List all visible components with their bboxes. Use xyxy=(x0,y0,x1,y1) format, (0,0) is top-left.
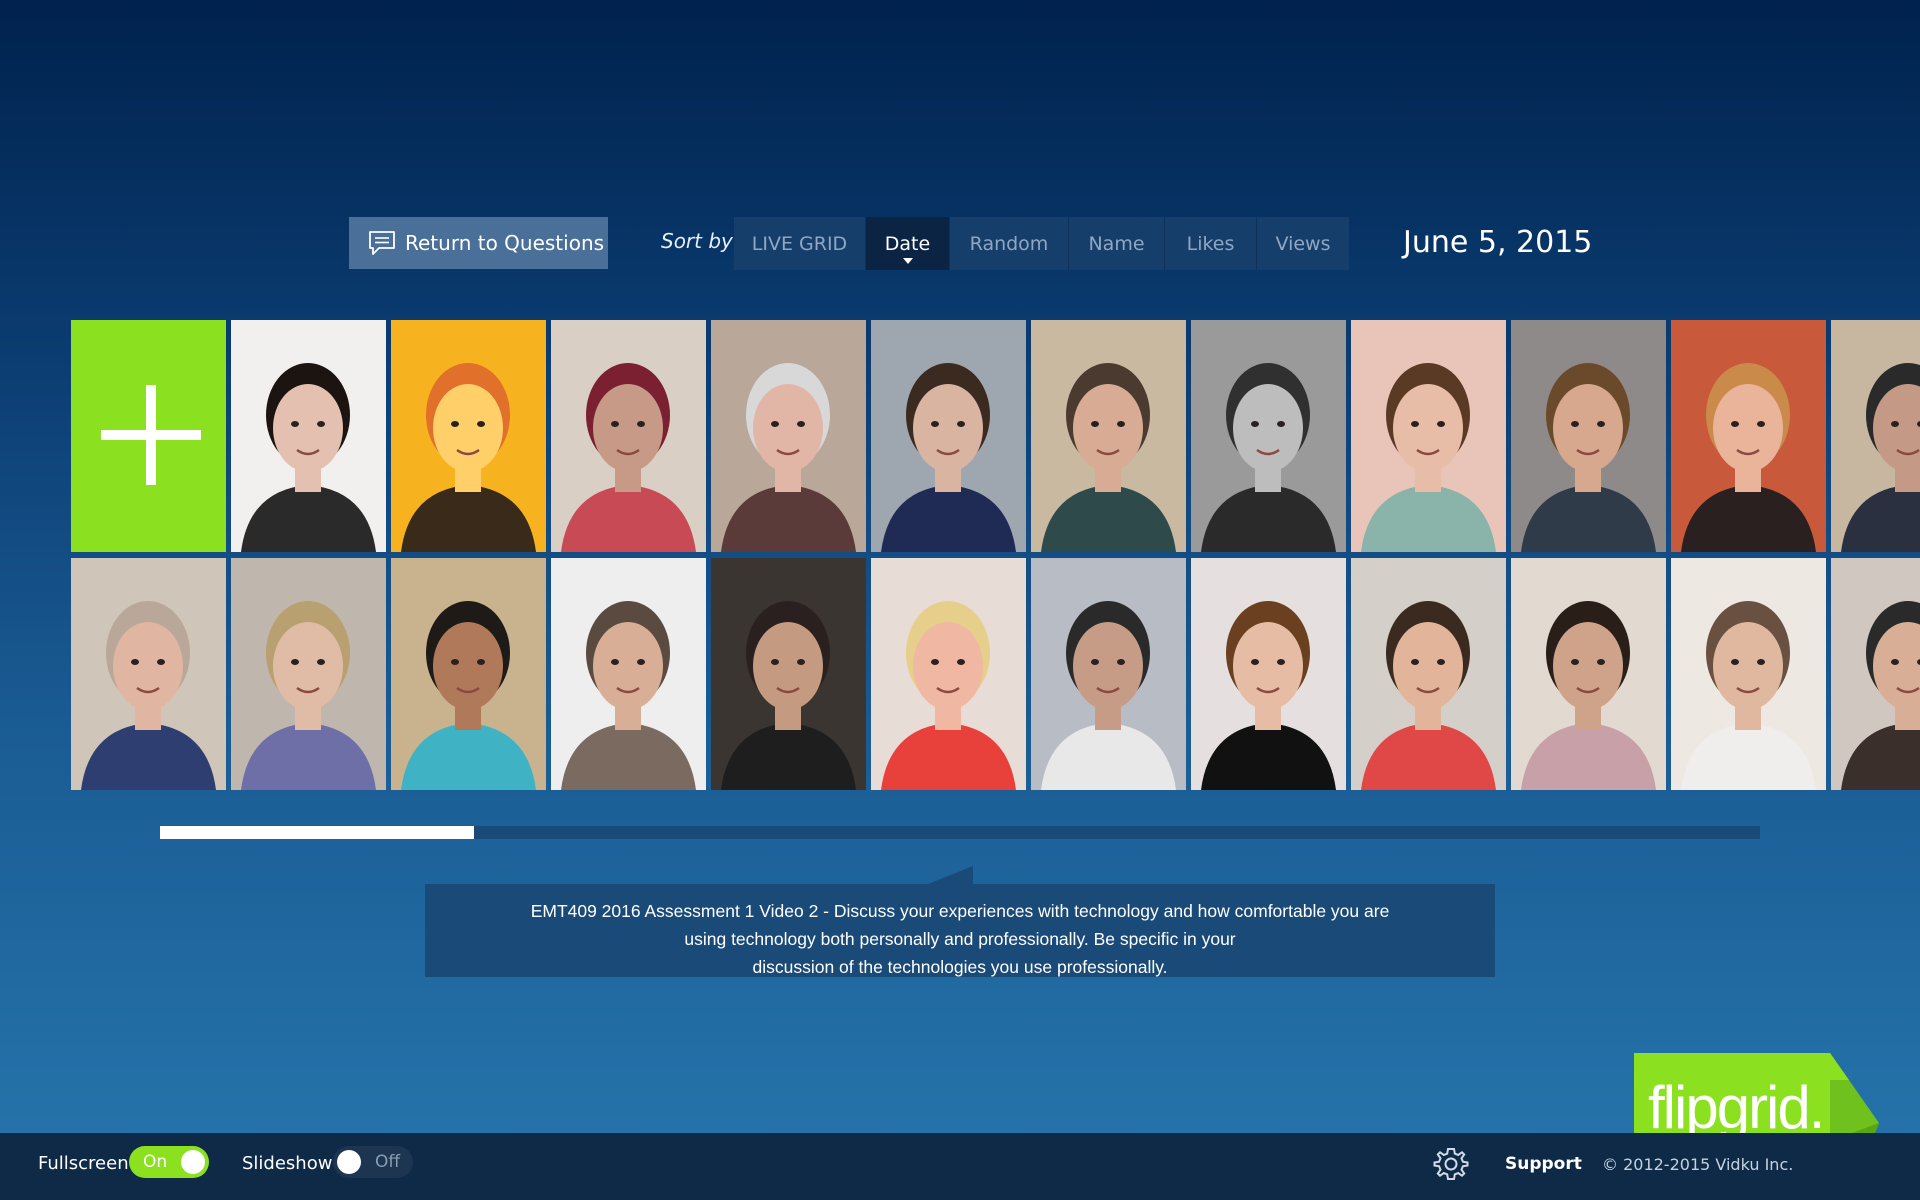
video-thumbnail xyxy=(711,558,866,790)
logo-text: flipgrid. xyxy=(1648,1074,1823,1141)
video-tile[interactable] xyxy=(1191,320,1346,552)
sort-tabs: LIVE GRID Date Random Name Likes Views xyxy=(734,217,1349,270)
add-response-button[interactable] xyxy=(71,320,226,552)
video-tile[interactable] xyxy=(711,558,866,790)
toggle-knob xyxy=(181,1150,205,1174)
video-thumbnail xyxy=(1031,320,1186,552)
video-thumbnail xyxy=(711,320,866,552)
video-tile[interactable] xyxy=(1351,320,1506,552)
video-thumbnail xyxy=(871,320,1026,552)
video-tile[interactable] xyxy=(1831,320,1920,552)
sort-tab-live-grid[interactable]: LIVE GRID xyxy=(734,217,866,270)
video-thumbnail xyxy=(1191,558,1346,790)
current-date-label: June 5, 2015 xyxy=(1403,225,1593,260)
support-link[interactable]: Support xyxy=(1505,1154,1582,1174)
video-tile[interactable] xyxy=(711,320,866,552)
return-to-questions-button[interactable]: Return to Questions xyxy=(349,217,608,269)
speech-bubble-icon xyxy=(369,231,395,255)
question-text-line-1: EMT409 2016 Assessment 1 Video 2 - Discu… xyxy=(530,901,1390,921)
sort-tab-views[interactable]: Views xyxy=(1257,217,1349,270)
video-thumbnail xyxy=(71,558,226,790)
gear-icon[interactable] xyxy=(1433,1146,1469,1182)
fullscreen-label: Fullscreen xyxy=(38,1153,129,1174)
video-tile[interactable] xyxy=(871,558,1026,790)
question-text-line-3: discussion of the technologies you use p… xyxy=(752,957,1168,977)
sort-by-label: Sort by xyxy=(661,229,733,253)
question-pointer xyxy=(928,866,973,884)
video-thumbnail xyxy=(1511,320,1666,552)
video-thumbnail xyxy=(871,558,1026,790)
question-panel: EMT409 2016 Assessment 1 Video 2 - Discu… xyxy=(425,884,1495,977)
video-tile[interactable] xyxy=(1351,558,1506,790)
video-tile[interactable] xyxy=(1511,558,1666,790)
video-tile[interactable] xyxy=(71,558,226,790)
video-tile[interactable] xyxy=(551,558,706,790)
video-tile[interactable] xyxy=(1671,320,1826,552)
return-to-questions-label: Return to Questions xyxy=(405,231,605,255)
video-tile[interactable] xyxy=(1031,558,1186,790)
video-tile[interactable] xyxy=(1671,558,1826,790)
video-thumbnail xyxy=(1511,558,1666,790)
video-tile[interactable] xyxy=(391,558,546,790)
sort-tab-date[interactable]: Date xyxy=(866,217,950,270)
video-tile[interactable] xyxy=(231,320,386,552)
video-thumbnail xyxy=(1351,320,1506,552)
video-thumbnail xyxy=(1671,558,1826,790)
video-thumbnail xyxy=(1351,558,1506,790)
video-thumbnail xyxy=(1191,320,1346,552)
slideshow-toggle[interactable]: Off xyxy=(333,1146,413,1178)
sort-tab-name[interactable]: Name xyxy=(1069,217,1165,270)
video-thumbnail xyxy=(1671,320,1826,552)
video-thumbnail xyxy=(1031,558,1186,790)
video-thumbnail xyxy=(551,558,706,790)
video-tile[interactable] xyxy=(1831,558,1920,790)
toggle-knob xyxy=(337,1150,361,1174)
fullscreen-state: On xyxy=(143,1152,168,1172)
fullscreen-toggle[interactable]: On xyxy=(129,1146,209,1178)
video-thumbnail xyxy=(231,558,386,790)
video-thumbnail xyxy=(551,320,706,552)
video-tile[interactable] xyxy=(551,320,706,552)
copyright-text: © 2012-2015 Vidku Inc. xyxy=(1602,1155,1794,1174)
slideshow-label: Slideshow xyxy=(242,1153,333,1174)
scrollbar-thumb[interactable] xyxy=(160,826,474,839)
sort-tab-random[interactable]: Random xyxy=(950,217,1069,270)
video-thumbnail xyxy=(391,558,546,790)
video-thumbnail xyxy=(231,320,386,552)
video-thumbnail xyxy=(1831,558,1920,790)
video-tile[interactable] xyxy=(1511,320,1666,552)
question-text-line-2: using technology both personally and pro… xyxy=(684,929,1236,949)
video-thumbnail xyxy=(1831,320,1920,552)
video-tile[interactable] xyxy=(231,558,386,790)
video-thumbnail xyxy=(391,320,546,552)
video-grid xyxy=(71,320,1920,790)
video-tile[interactable] xyxy=(871,320,1026,552)
slideshow-state: Off xyxy=(375,1152,401,1172)
video-tile[interactable] xyxy=(1191,558,1346,790)
video-tile[interactable] xyxy=(1031,320,1186,552)
grid-scrollbar[interactable] xyxy=(160,826,1760,839)
video-tile[interactable] xyxy=(391,320,546,552)
sort-tab-likes[interactable]: Likes xyxy=(1165,217,1257,270)
